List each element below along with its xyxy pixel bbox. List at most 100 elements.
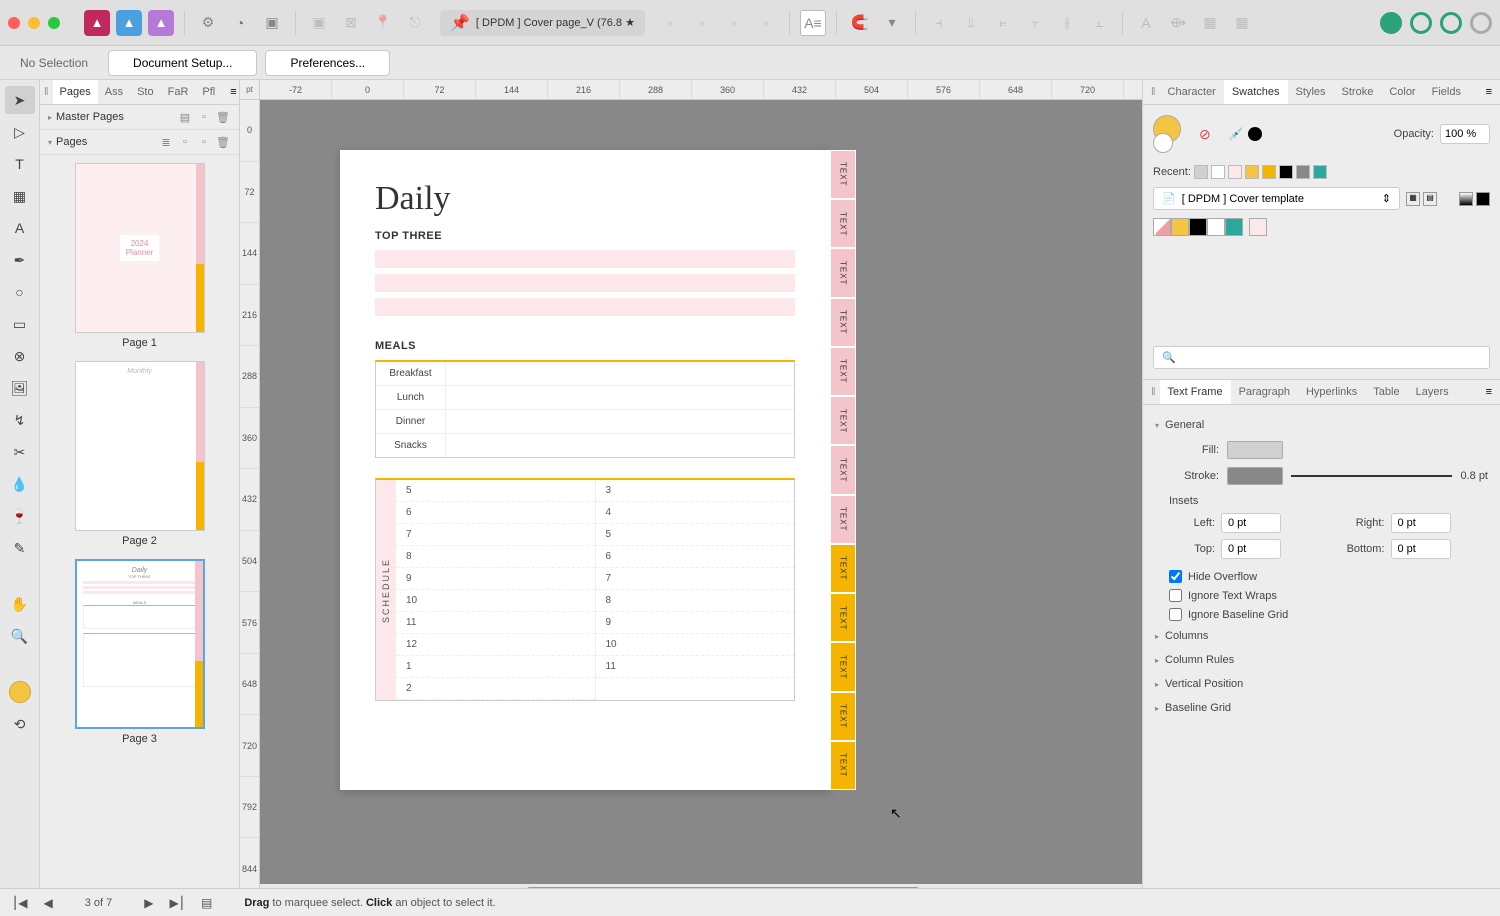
brush-tool[interactable]: ✎ [5, 534, 35, 562]
next-page-button[interactable]: ▶ [140, 896, 157, 910]
ignore-text-wraps-checkbox[interactable] [1169, 589, 1182, 602]
palette-swatch[interactable] [1249, 218, 1267, 236]
arrange-front-icon[interactable]: ▫ [753, 10, 779, 36]
inset-left-input[interactable] [1221, 513, 1281, 533]
delete-page-icon[interactable]: 🗑 [215, 134, 231, 150]
pin-icon[interactable]: 📍 [370, 10, 396, 36]
palette-swatch[interactable] [1207, 218, 1225, 236]
palette-swatch[interactable] [1153, 218, 1171, 236]
panel-menu-icon[interactable]: ≡ [1478, 80, 1500, 104]
master-pages-section[interactable]: ▸ Master Pages ▤ ▫ 🗑 [40, 105, 239, 130]
section-vertical-position[interactable]: ▸Vertical Position [1155, 672, 1488, 696]
move-tool[interactable]: ➤ [5, 86, 35, 114]
crop-tool[interactable]: ✂ [5, 438, 35, 466]
section-general[interactable]: ▾General [1155, 413, 1488, 437]
pan-tool[interactable]: ✋ [5, 590, 35, 618]
duplicate-page-icon[interactable]: ▫ [196, 134, 212, 150]
stroke-preview[interactable] [1291, 475, 1452, 477]
first-page-button[interactable]: ⎮◀ [8, 896, 31, 910]
distribute-v-icon[interactable]: ⟴ [1165, 10, 1191, 36]
recent-swatch[interactable] [1194, 165, 1208, 179]
color-picker-tool[interactable]: 💧 [5, 470, 35, 498]
autoflow-icon[interactable]: ◔ [227, 10, 253, 36]
recent-swatch[interactable] [1211, 165, 1225, 179]
no-color-icon[interactable]: ⊘ [1199, 126, 1211, 143]
section-column-rules[interactable]: ▸Column Rules [1155, 648, 1488, 672]
inset-right-input[interactable] [1391, 513, 1451, 533]
hide-overflow-checkbox[interactable] [1169, 570, 1182, 583]
tab-assets[interactable]: Ass [98, 80, 130, 104]
view-icon[interactable]: ▣ [259, 10, 285, 36]
document-title-tab[interactable]: 📌 [ DPDM ] Cover page_V (76.8 ★ [440, 10, 645, 36]
pen-tool[interactable]: ✒ [5, 246, 35, 274]
page-thumb-1[interactable]: 2024 Planner Page 1 [48, 163, 231, 349]
spread-view-icon[interactable]: ≣ [158, 134, 174, 150]
gear-icon[interactable]: ⚙ [195, 10, 221, 36]
align-middle-icon[interactable]: ⫲ [1054, 10, 1080, 36]
ruler-unit-label[interactable]: pt [240, 80, 260, 100]
last-page-button[interactable]: ▶⎮ [165, 896, 188, 910]
persona-2-icon[interactable] [1410, 12, 1432, 34]
document-setup-button[interactable]: Document Setup... [108, 50, 257, 76]
tab-table[interactable]: Table [1365, 380, 1407, 404]
close-window-icon[interactable] [8, 17, 20, 29]
vector-crop-tool[interactable]: ↯ [5, 406, 35, 434]
align-left-icon[interactable]: ⫞ [926, 10, 952, 36]
tab-layers[interactable]: Layers [1408, 380, 1457, 404]
prev-page-button[interactable]: ◀ [39, 896, 56, 910]
palette-swatch[interactable] [1225, 218, 1243, 236]
section-baseline-grid[interactable]: ▸Baseline Grid [1155, 696, 1488, 720]
fill-stroke-preview[interactable] [1153, 115, 1191, 153]
text-tool[interactable]: T [5, 150, 35, 178]
page-thumb-3[interactable]: Daily TOP THREE MEALS Page 3 [48, 559, 231, 745]
align-bottom-icon[interactable]: ⫠ [1086, 10, 1112, 36]
delete-master-icon[interactable]: 🗑 [215, 109, 231, 125]
add-master-icon[interactable]: ▤ [177, 109, 193, 125]
fill-stroke-swatch[interactable] [5, 678, 35, 706]
tab-preflight[interactable]: Pfl [195, 80, 222, 104]
link-icon[interactable]: ⎋ [402, 10, 428, 36]
zoom-tool[interactable]: 🔍 [5, 622, 35, 650]
opacity-input[interactable] [1440, 124, 1490, 144]
page-number-display[interactable]: 3 of 7 [65, 897, 133, 909]
fill-tool[interactable]: 🍷 [5, 502, 35, 530]
fill-color-well[interactable] [1227, 441, 1283, 459]
color-swatches-icon[interactable] [1476, 192, 1490, 206]
picture-frame-tool[interactable]: 🖼 [5, 374, 35, 402]
arrange-forward-icon[interactable]: ▫ [721, 10, 747, 36]
page-thumb-2[interactable]: Monthly Page 2 [48, 361, 231, 547]
maximize-window-icon[interactable] [48, 17, 60, 29]
snap-chevron-icon[interactable]: ▾ [879, 10, 905, 36]
node-tool[interactable]: ▷ [5, 118, 35, 146]
palette-swatch[interactable] [1189, 218, 1207, 236]
recent-swatch[interactable] [1245, 165, 1259, 179]
inset-top-input[interactable] [1221, 539, 1281, 559]
gradient-swatches-icon[interactable] [1459, 192, 1473, 206]
distribute-h-icon[interactable]: A [1133, 10, 1159, 36]
page-list-button[interactable]: ▤ [197, 896, 216, 910]
arrange-back-icon[interactable]: ▫ [657, 10, 683, 36]
table-tool[interactable]: ▦ [5, 182, 35, 210]
designer-app-icon[interactable]: ▲ [116, 10, 142, 36]
swatch-view-list-icon[interactable]: ▤ [1423, 192, 1437, 206]
section-columns[interactable]: ▸Columns [1155, 624, 1488, 648]
canvas-area[interactable]: pt -72072 144216288 360432504 576648720 … [240, 80, 1142, 900]
recent-swatch[interactable] [1228, 165, 1242, 179]
add-page-icon[interactable]: ▫ [177, 134, 193, 150]
palette-select[interactable]: 📄 [ DPDM ] Cover template ⇕ [1153, 187, 1400, 210]
tab-paragraph[interactable]: Paragraph [1231, 380, 1298, 404]
palette-swatch[interactable] [1171, 218, 1189, 236]
shape-tool[interactable]: ○ [5, 278, 35, 306]
lock-icon[interactable]: ⊠ [338, 10, 364, 36]
rectangle-tool[interactable]: ▭ [5, 310, 35, 338]
preferences-button[interactable]: Preferences... [265, 50, 390, 76]
recent-swatch[interactable] [1262, 165, 1276, 179]
publisher-app-icon[interactable]: ▲ [84, 10, 110, 36]
photo-app-icon[interactable]: ▲ [148, 10, 174, 36]
persona-3-icon[interactable] [1440, 12, 1462, 34]
tab-swatches[interactable]: Swatches [1224, 80, 1288, 104]
space-h-icon[interactable]: ▦ [1197, 10, 1223, 36]
recent-swatch[interactable] [1279, 165, 1293, 179]
recent-swatch[interactable] [1296, 165, 1310, 179]
persona-1-icon[interactable] [1380, 12, 1402, 34]
